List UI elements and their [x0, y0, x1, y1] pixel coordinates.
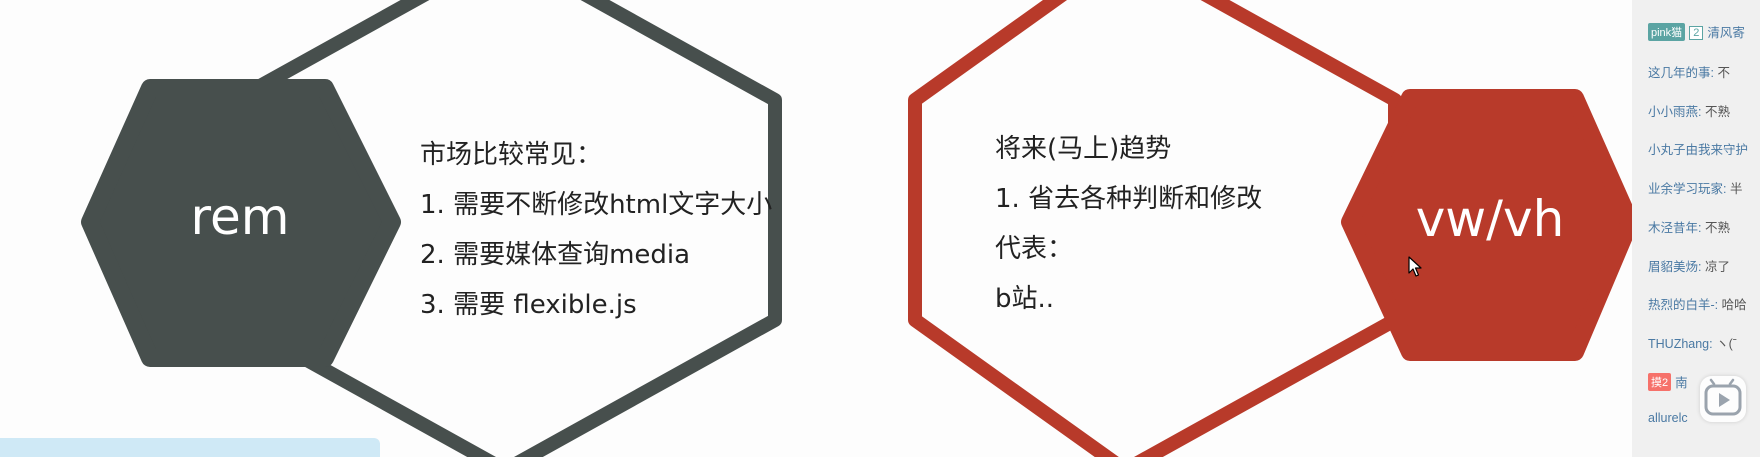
danmaku-user: 木泾昔年:	[1648, 221, 1702, 235]
danmaku-row[interactable]: 摸2 南	[1648, 372, 1688, 391]
danmaku-text: 不熟	[1701, 221, 1730, 235]
danmaku-user: 眉貂美炀:	[1648, 260, 1702, 274]
danmaku-user: 业余学习玩家:	[1648, 182, 1727, 196]
danmaku-row[interactable]: 木泾昔年: 不熟	[1648, 217, 1730, 236]
danmaku-user: THUZhang:	[1648, 337, 1713, 351]
danmaku-text: 不熟	[1701, 105, 1730, 119]
danmaku-row[interactable]: 热烈的白羊-: 哈哈	[1648, 294, 1747, 313]
danmaku-user: 清风寄	[1707, 26, 1745, 40]
danmaku-row[interactable]: allurelc	[1648, 411, 1688, 425]
play-icon	[1704, 378, 1742, 416]
danmaku-user: 热烈的白羊-:	[1648, 298, 1719, 312]
danmaku-user: 这几年的事:	[1648, 66, 1714, 80]
danmaku-user: allurelc	[1648, 411, 1688, 425]
danmaku-text: ヽ(ˉ	[1712, 337, 1737, 351]
danmaku-row[interactable]: 眉貂美炀: 凉了	[1648, 256, 1730, 275]
rem-note-3: 3. 需要 flexible.js	[420, 290, 637, 320]
danmaku-row[interactable]: 这几年的事: 不	[1648, 62, 1730, 81]
rem-notes: 市场比较常见： 1. 需要不断修改html文字大小 2. 需要媒体查询media…	[420, 130, 772, 330]
vw-notes: 将来(马上)趋势 1. 省去各种判断和修改 代表： b站..	[995, 124, 1262, 324]
fan-medal-badge: 摸2	[1648, 373, 1672, 391]
danmaku-text: 半	[1726, 182, 1743, 196]
vw-notes-heading: 将来(马上)趋势	[995, 134, 1172, 164]
vw-note-2: 代表：	[995, 234, 1074, 264]
play-button[interactable]	[1700, 376, 1746, 422]
danmaku-row[interactable]: pink猫 2 清风寄	[1648, 22, 1745, 41]
rem-note-2: 2. 需要媒体查询media	[420, 240, 691, 270]
danmaku-row[interactable]: 业余学习玩家: 半	[1648, 178, 1742, 197]
fan-badge: pink猫	[1648, 23, 1686, 41]
rem-label: rem	[190, 188, 290, 246]
mouse-cursor-icon	[1408, 256, 1422, 277]
slide-canvas: rem vw/vh 市场比较常见： 1. 需要不断修改html文字大小 2. 需…	[0, 0, 1632, 457]
danmaku-row[interactable]: 小丸子由我来守护	[1648, 139, 1748, 158]
danmaku-row[interactable]: 小小雨燕: 不熟	[1648, 101, 1730, 120]
danmaku-user: 小丸子由我来守护	[1648, 143, 1749, 157]
danmaku-text: 哈哈	[1718, 298, 1747, 312]
overlay-smudge	[0, 438, 380, 457]
vw-note-1: 1. 省去各种判断和修改	[995, 184, 1263, 214]
danmaku-row[interactable]: THUZhang: ヽ(ˉ	[1648, 333, 1737, 352]
vw-vh-label: vw/vh	[1415, 190, 1565, 248]
fan-level-badge: 2	[1689, 26, 1704, 40]
danmaku-text: 凉了	[1701, 260, 1730, 274]
rem-notes-heading: 市场比较常见：	[420, 140, 603, 170]
danmaku-user: 小小雨燕:	[1648, 105, 1702, 119]
danmaku-user: 南	[1675, 376, 1688, 390]
danmaku-text: 不	[1713, 66, 1730, 80]
rem-note-1: 1. 需要不断修改html文字大小	[420, 190, 773, 220]
vw-note-3: b站..	[995, 284, 1055, 314]
